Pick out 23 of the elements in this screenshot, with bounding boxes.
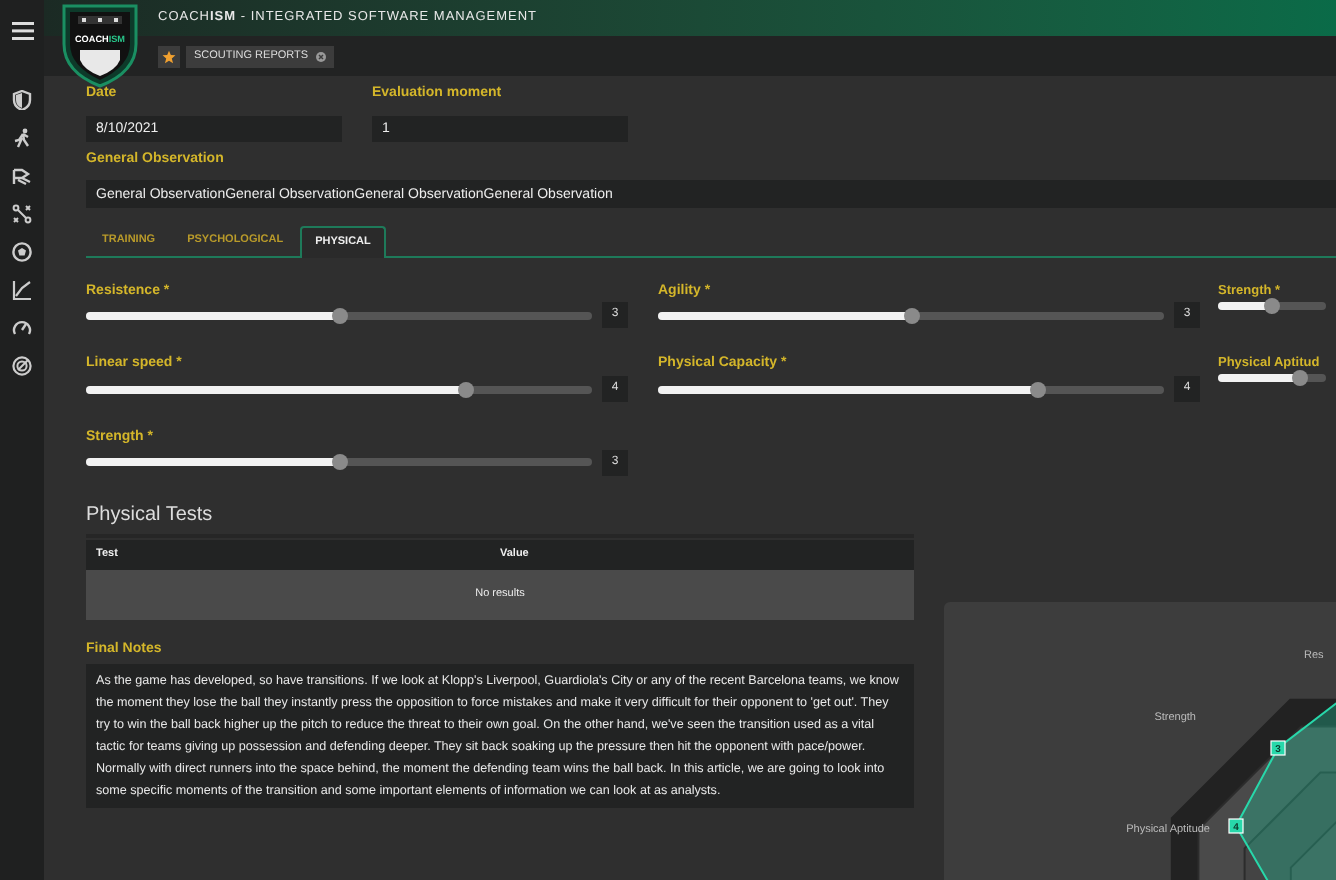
slider-track[interactable] <box>86 458 592 467</box>
menu-icon[interactable] <box>11 22 33 40</box>
ball-icon[interactable] <box>12 242 32 262</box>
gauge-icon[interactable] <box>12 318 32 338</box>
tactics-icon[interactable] <box>12 204 32 224</box>
slider-track[interactable] <box>658 385 1164 393</box>
slider-thumb[interactable] <box>903 307 919 324</box>
slider-track[interactable] <box>1218 301 1326 310</box>
slider-thumb[interactable] <box>1264 297 1280 314</box>
close-icon[interactable] <box>316 51 327 61</box>
slider-track[interactable] <box>86 385 592 393</box>
target-icon[interactable] <box>12 356 32 376</box>
slider-track[interactable] <box>1218 374 1326 383</box>
slider-thumb[interactable] <box>331 307 347 324</box>
slider-thumb[interactable] <box>1291 370 1307 387</box>
shield-icon[interactable] <box>12 90 32 110</box>
runner-icon[interactable] <box>12 128 32 148</box>
line-chart-icon[interactable] <box>12 280 32 300</box>
slider-track[interactable] <box>658 311 1164 320</box>
slider-track[interactable] <box>86 311 592 320</box>
slider-thumb[interactable] <box>457 381 474 397</box>
slider-thumb[interactable] <box>331 454 347 471</box>
slider-thumb[interactable] <box>1029 381 1046 397</box>
